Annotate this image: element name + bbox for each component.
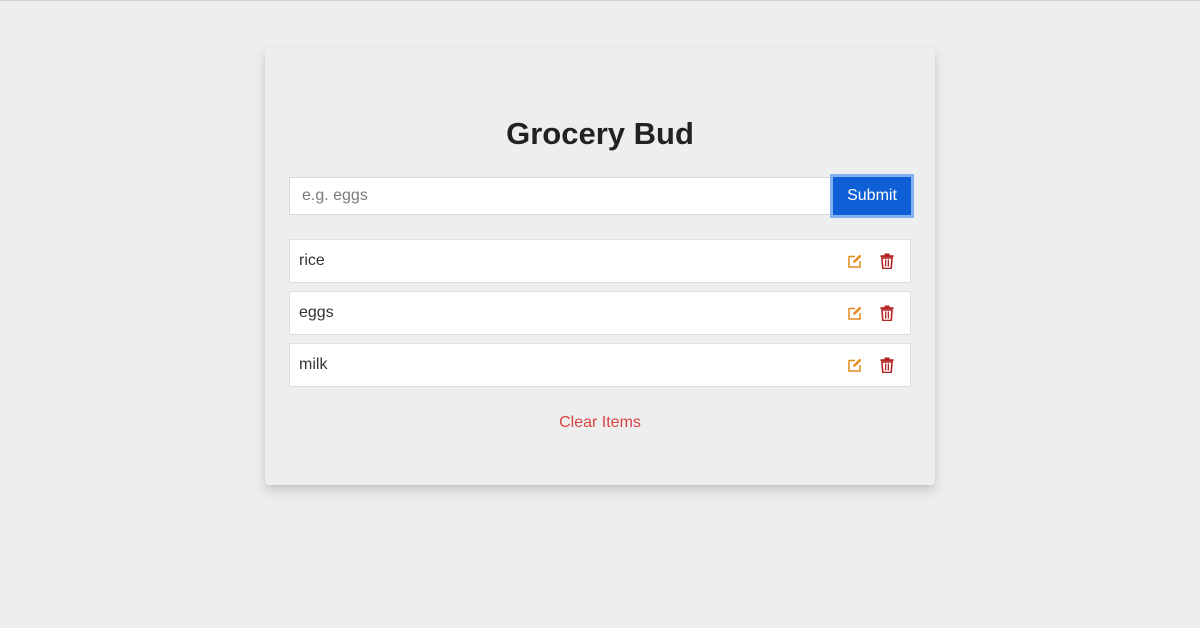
item-label: milk	[299, 356, 328, 373]
page-title: Grocery Bud	[506, 116, 694, 151]
list-item: rice	[289, 239, 911, 283]
trash-icon[interactable]	[878, 304, 896, 322]
trash-icon[interactable]	[878, 356, 896, 374]
item-label: eggs	[299, 304, 334, 321]
add-item-form: Submit	[289, 174, 914, 218]
grocery-list: rice eggs milk	[289, 239, 911, 395]
clear-items-button[interactable]: Clear Items	[265, 413, 935, 433]
grocery-card: Grocery Bud Submit rice	[265, 48, 935, 485]
edit-icon[interactable]	[846, 356, 864, 374]
item-actions	[846, 252, 901, 270]
top-divider	[0, 0, 1200, 1]
list-item: eggs	[289, 291, 911, 335]
item-actions	[846, 356, 901, 374]
list-item: milk	[289, 343, 911, 387]
edit-icon[interactable]	[846, 252, 864, 270]
item-label: rice	[299, 252, 325, 269]
item-input[interactable]	[289, 177, 833, 215]
trash-icon[interactable]	[878, 252, 896, 270]
item-actions	[846, 304, 901, 322]
edit-icon[interactable]	[846, 304, 864, 322]
submit-button[interactable]: Submit	[830, 174, 914, 218]
